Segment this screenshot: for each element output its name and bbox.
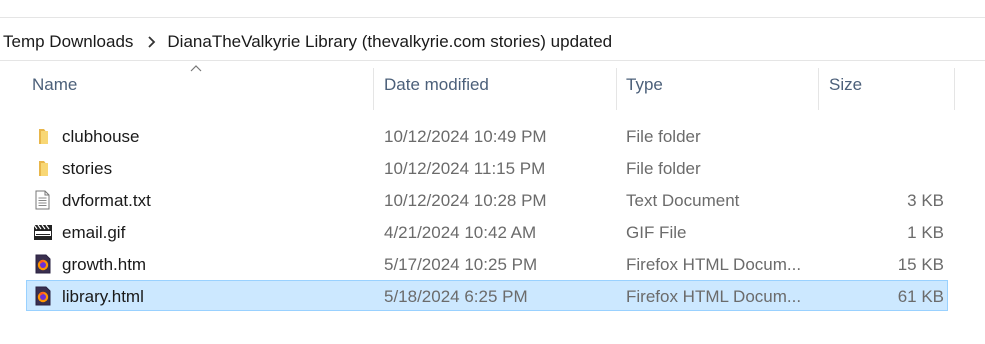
file-date: 5/18/2024 6:25 PM <box>384 286 528 306</box>
file-row-selected[interactable]: library.html 5/18/2024 6:25 PM Firefox H… <box>26 280 948 311</box>
text-file-icon <box>35 190 50 210</box>
file-size <box>829 121 944 152</box>
file-date: 10/12/2024 10:28 PM <box>384 190 547 210</box>
file-row[interactable]: growth.htm 5/17/2024 10:25 PM Firefox HT… <box>26 248 948 279</box>
column-header-type[interactable]: Type <box>626 60 816 110</box>
file-name: stories <box>62 158 113 178</box>
file-row[interactable]: stories 10/12/2024 11:15 PM File folder <box>26 152 948 183</box>
file-type: Text Document <box>626 190 740 210</box>
firefox-html-icon <box>35 254 51 274</box>
column-header-row: Name Date modified Type Size <box>0 60 985 110</box>
file-date: 10/12/2024 10:49 PM <box>384 126 547 146</box>
file-date: 10/12/2024 11:15 PM <box>384 158 546 178</box>
folder-icon <box>39 129 48 144</box>
column-header-date-modified[interactable]: Date modified <box>384 60 614 110</box>
file-name: growth.htm <box>62 254 147 274</box>
file-name: clubhouse <box>62 126 140 146</box>
file-name: library.html <box>62 286 144 306</box>
file-row[interactable]: dvformat.txt 10/12/2024 10:28 PM Text Do… <box>26 184 948 215</box>
file-type: GIF File <box>626 222 687 242</box>
file-size: 1 KB <box>907 222 944 242</box>
column-header-size[interactable]: Size <box>829 60 949 110</box>
column-header-name[interactable]: Name <box>32 60 372 110</box>
breadcrumb-item-temp-downloads[interactable]: Temp Downloads <box>0 32 135 52</box>
file-name: email.gif <box>62 222 126 242</box>
file-type: Firefox HTML Docum... <box>626 286 802 306</box>
file-size: 61 KB <box>897 286 944 306</box>
file-date: 5/17/2024 10:25 PM <box>384 254 538 274</box>
file-size: 3 KB <box>907 190 944 210</box>
column-divider[interactable] <box>818 68 819 110</box>
breadcrumb-item-current-folder[interactable]: DianaTheValkyrie Library (thevalkyrie.co… <box>165 32 614 52</box>
file-type: File folder <box>626 158 701 178</box>
chevron-right-icon[interactable] <box>143 33 161 51</box>
column-divider[interactable] <box>373 68 374 110</box>
toolbar-strip <box>0 0 985 18</box>
file-size <box>829 153 944 184</box>
file-type: File folder <box>626 126 701 146</box>
column-divider[interactable] <box>954 68 955 110</box>
file-row[interactable]: clubhouse 10/12/2024 10:49 PM File folde… <box>26 120 948 151</box>
file-date: 4/21/2024 10:42 AM <box>384 222 537 242</box>
media-file-icon <box>33 224 52 240</box>
firefox-html-icon <box>35 286 51 306</box>
file-size: 15 KB <box>897 254 944 274</box>
file-name: dvformat.txt <box>62 190 151 210</box>
file-type: Firefox HTML Docum... <box>626 254 802 274</box>
column-divider[interactable] <box>616 68 617 110</box>
file-row[interactable]: email.gif 4/21/2024 10:42 AM GIF File 1 … <box>26 216 948 247</box>
address-bar[interactable]: Temp Downloads DianaTheValkyrie Library … <box>0 24 985 61</box>
folder-icon <box>39 161 48 176</box>
